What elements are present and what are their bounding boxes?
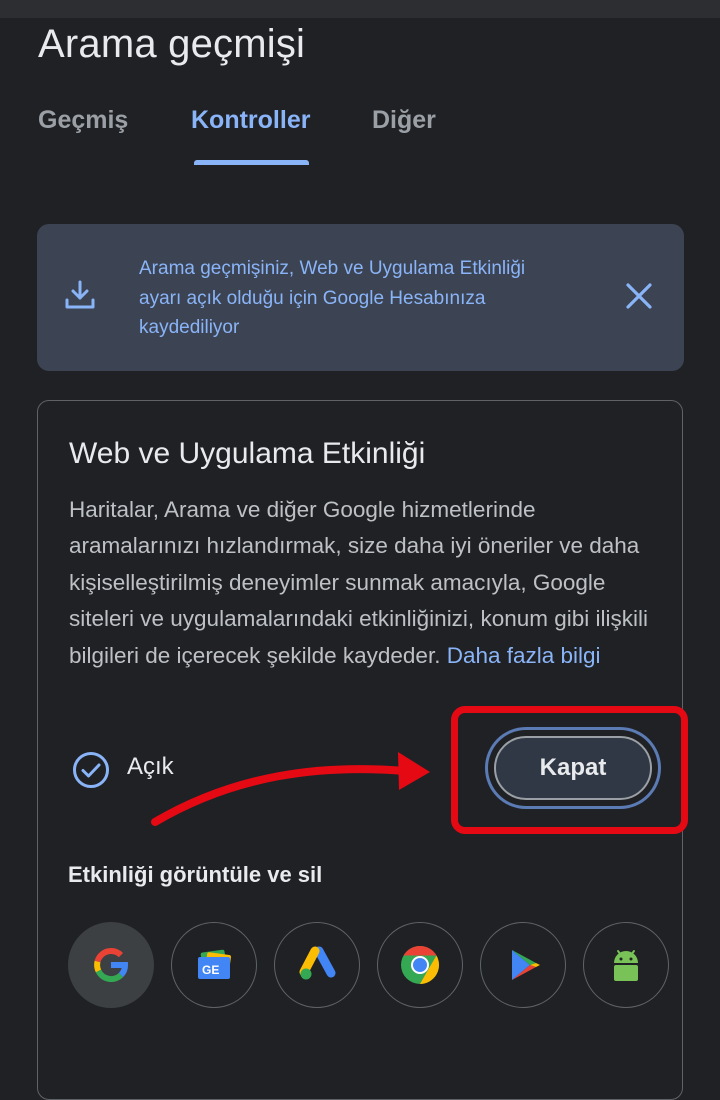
tab-kontroller[interactable]: Kontroller: [191, 106, 310, 135]
google-news-icon: GE: [198, 949, 231, 979]
google-ads-app[interactable]: [274, 922, 360, 1008]
card-title: Web ve Uygulama Etkinliği: [69, 437, 426, 470]
banner-message: Arama geçmişiniz, Web ve Uygulama Etkinl…: [139, 258, 526, 338]
status-label: Açık: [127, 753, 174, 780]
tab-diger[interactable]: Diğer: [372, 106, 436, 135]
google-ads-icon: [299, 946, 336, 980]
android-icon: [614, 950, 638, 981]
tab-bar: Geçmiş Kontroller Diğer: [0, 100, 720, 170]
google-news-app[interactable]: GE: [171, 922, 257, 1008]
check-circle-icon: [72, 751, 110, 789]
annotation-highlight-box: [451, 706, 688, 834]
google-icon: [94, 948, 128, 982]
google-play-icon: [512, 950, 540, 980]
close-icon[interactable]: [623, 280, 655, 312]
download-icon: [63, 278, 97, 312]
google-play-app[interactable]: [480, 922, 566, 1008]
learn-more-link[interactable]: Daha fazla bilgi: [447, 643, 601, 668]
tab-gecmis[interactable]: Geçmiş: [38, 106, 128, 135]
info-banner: Arama geçmişiniz, Web ve Uygulama Etkinl…: [37, 224, 684, 371]
google-app[interactable]: [68, 922, 154, 1008]
chrome-app[interactable]: [377, 922, 463, 1008]
active-tab-indicator: [194, 160, 309, 165]
svg-text:GE: GE: [202, 963, 219, 977]
card-description: Haritalar, Arama ve diğer Google hizmetl…: [69, 492, 669, 674]
page-title: Arama geçmişi: [38, 22, 306, 66]
activity-section-title: Etkinliği görüntüle ve sil: [68, 862, 323, 887]
status-bar-strip: [0, 0, 720, 18]
chrome-icon: [401, 946, 439, 984]
android-app[interactable]: [583, 922, 669, 1008]
